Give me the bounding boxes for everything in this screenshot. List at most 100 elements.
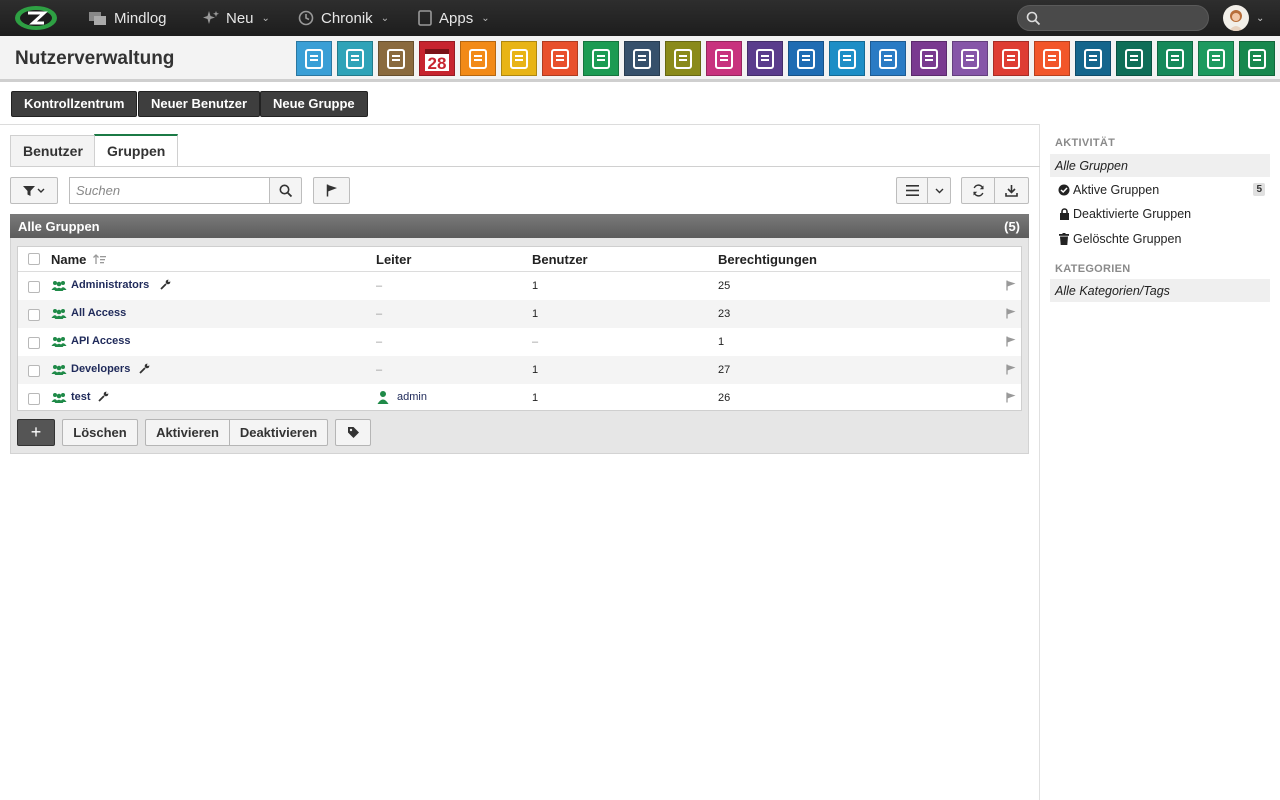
group-name-link[interactable]: Developers bbox=[71, 363, 130, 375]
column-berechtigungen-header[interactable]: Berechtigungen bbox=[718, 252, 817, 267]
flag-icon[interactable] bbox=[1006, 336, 1016, 350]
group-icon bbox=[51, 308, 67, 322]
group-name-link[interactable]: test bbox=[71, 391, 91, 403]
cart-app-icon[interactable] bbox=[1116, 41, 1152, 76]
money-bag-app-icon[interactable] bbox=[870, 41, 906, 76]
chevron-down-icon: ⌄ bbox=[481, 12, 490, 24]
sidebar-item-label: Alle Kategorien/Tags bbox=[1055, 283, 1170, 298]
group-name-link[interactable]: API Access bbox=[71, 335, 131, 347]
flag-icon[interactable] bbox=[1006, 280, 1016, 294]
nav-apps[interactable]: Apps ⌄ bbox=[417, 0, 490, 36]
row-checkbox[interactable] bbox=[28, 281, 40, 293]
contacts-email-app-icon[interactable] bbox=[337, 41, 373, 76]
sidebar-item-active-groups[interactable]: Aktive Gruppen 5 bbox=[1050, 178, 1270, 201]
table-row[interactable]: Administrators – 1 25 bbox=[18, 272, 1021, 300]
groups-table: Name Leiter Benutzer Berechtigungen Admi… bbox=[17, 246, 1022, 411]
sidebar-item-deleted-groups[interactable]: Gelöschte Gruppen bbox=[1050, 227, 1270, 250]
mail-app-icon[interactable] bbox=[296, 41, 332, 76]
add-group-button[interactable]: + bbox=[17, 419, 55, 446]
list-view-button[interactable] bbox=[896, 177, 928, 204]
nav-chronik[interactable]: Chronik ⌄ bbox=[297, 0, 389, 36]
flag-icon bbox=[326, 184, 337, 197]
deactivate-button[interactable]: Deaktivieren bbox=[229, 419, 328, 446]
projects-app-icon[interactable] bbox=[542, 41, 578, 76]
pdf-app-icon[interactable] bbox=[993, 41, 1029, 76]
finance-app-icon[interactable] bbox=[747, 41, 783, 76]
nav-chronik-label: Chronik bbox=[321, 9, 373, 27]
filter-button[interactable] bbox=[10, 177, 58, 204]
documents-app-icon[interactable] bbox=[665, 41, 701, 76]
refresh-icon bbox=[972, 184, 984, 197]
download-app-icon[interactable] bbox=[1075, 41, 1111, 76]
select-all-checkbox[interactable] bbox=[28, 253, 40, 265]
tab-benutzer[interactable]: Benutzer bbox=[10, 135, 96, 167]
payments-app-icon[interactable] bbox=[1157, 41, 1193, 76]
tasks-app-icon[interactable] bbox=[501, 41, 537, 76]
flag-icon[interactable] bbox=[1006, 308, 1016, 322]
wrench-icon[interactable] bbox=[160, 279, 171, 293]
nav-mindlog-label: Mindlog bbox=[114, 9, 167, 27]
sidebar-section-kategorien: KATEGORIEN bbox=[1055, 263, 1131, 275]
download-icon bbox=[1005, 185, 1018, 197]
group-name-link[interactable]: Administrators bbox=[71, 279, 149, 291]
address-book-app-icon[interactable] bbox=[378, 41, 414, 76]
activate-button[interactable]: Aktivieren bbox=[145, 419, 230, 446]
new-user-button[interactable]: Neuer Benutzer bbox=[138, 91, 261, 117]
group-icon bbox=[51, 364, 67, 378]
leiter-cell: – bbox=[376, 336, 383, 348]
flag-icon[interactable] bbox=[1006, 364, 1016, 378]
sidebar-item-deactivated-groups[interactable]: Deaktivierte Gruppen bbox=[1050, 202, 1270, 225]
contracts-app-icon[interactable] bbox=[911, 41, 947, 76]
column-name-header[interactable]: Name bbox=[51, 252, 107, 267]
shop-app-icon[interactable] bbox=[706, 41, 742, 76]
column-leiter-header[interactable]: Leiter bbox=[376, 252, 411, 267]
export-button[interactable] bbox=[994, 177, 1029, 204]
notes-app-icon[interactable] bbox=[583, 41, 619, 76]
broadcast-app-icon[interactable] bbox=[1034, 41, 1070, 76]
row-checkbox[interactable] bbox=[28, 337, 40, 349]
table-row[interactable]: Developers – 1 27 bbox=[18, 356, 1021, 384]
search-input[interactable]: Suchen bbox=[69, 177, 270, 204]
table-header: Name Leiter Benutzer Berechtigungen bbox=[18, 247, 1021, 272]
wrench-icon[interactable] bbox=[139, 363, 150, 377]
refresh-button[interactable] bbox=[961, 177, 995, 204]
nav-mindlog[interactable]: Mindlog bbox=[88, 0, 167, 36]
pricing-app-icon[interactable] bbox=[1198, 41, 1234, 76]
wrench-icon[interactable] bbox=[98, 391, 109, 405]
row-checkbox[interactable] bbox=[28, 309, 40, 321]
table-row[interactable]: test admin 1 26 bbox=[18, 384, 1021, 412]
page-title: Nutzerverwaltung bbox=[15, 48, 175, 69]
sidebar-item-all-groups[interactable]: Alle Gruppen bbox=[1050, 154, 1270, 177]
search-button[interactable] bbox=[269, 177, 302, 204]
global-search-input[interactable] bbox=[1017, 5, 1209, 31]
new-group-button[interactable]: Neue Gruppe bbox=[260, 91, 368, 117]
timer-app-icon[interactable] bbox=[460, 41, 496, 76]
row-checkbox[interactable] bbox=[28, 365, 40, 377]
flag-filter-button[interactable] bbox=[313, 177, 350, 204]
sidebar-item-all-categories[interactable]: Alle Kategorien/Tags bbox=[1050, 279, 1270, 302]
partners-app-icon[interactable] bbox=[952, 41, 988, 76]
list-icon bbox=[905, 185, 919, 196]
delete-button[interactable]: Löschen bbox=[62, 419, 138, 446]
bookmarks-app-icon[interactable] bbox=[624, 41, 660, 76]
nav-apps-label: Apps bbox=[439, 9, 474, 27]
nav-neu[interactable]: Neu ⌄ bbox=[202, 0, 270, 36]
calendar-app-icon[interactable]: 28 bbox=[419, 41, 455, 76]
logo-icon[interactable] bbox=[13, 4, 59, 32]
group-name-link[interactable]: All Access bbox=[71, 307, 126, 319]
kontrollzentrum-button[interactable]: Kontrollzentrum bbox=[11, 91, 138, 117]
tag-button[interactable] bbox=[335, 419, 371, 446]
flag-icon[interactable] bbox=[1006, 392, 1016, 406]
table-row[interactable]: API Access – – 1 bbox=[18, 328, 1021, 356]
support-app-icon[interactable] bbox=[829, 41, 865, 76]
leiter-link[interactable]: admin bbox=[397, 391, 427, 403]
delivery-app-icon[interactable] bbox=[788, 41, 824, 76]
database-app-icon[interactable] bbox=[1239, 41, 1275, 76]
view-options-dropdown[interactable] bbox=[927, 177, 951, 204]
chevron-down-icon[interactable]: ⌄ bbox=[1256, 13, 1264, 24]
tab-gruppen[interactable]: Gruppen bbox=[94, 134, 179, 167]
table-row[interactable]: All Access – 1 23 bbox=[18, 300, 1021, 328]
column-benutzer-header[interactable]: Benutzer bbox=[532, 252, 588, 267]
avatar[interactable] bbox=[1223, 5, 1249, 31]
row-checkbox[interactable] bbox=[28, 393, 40, 405]
